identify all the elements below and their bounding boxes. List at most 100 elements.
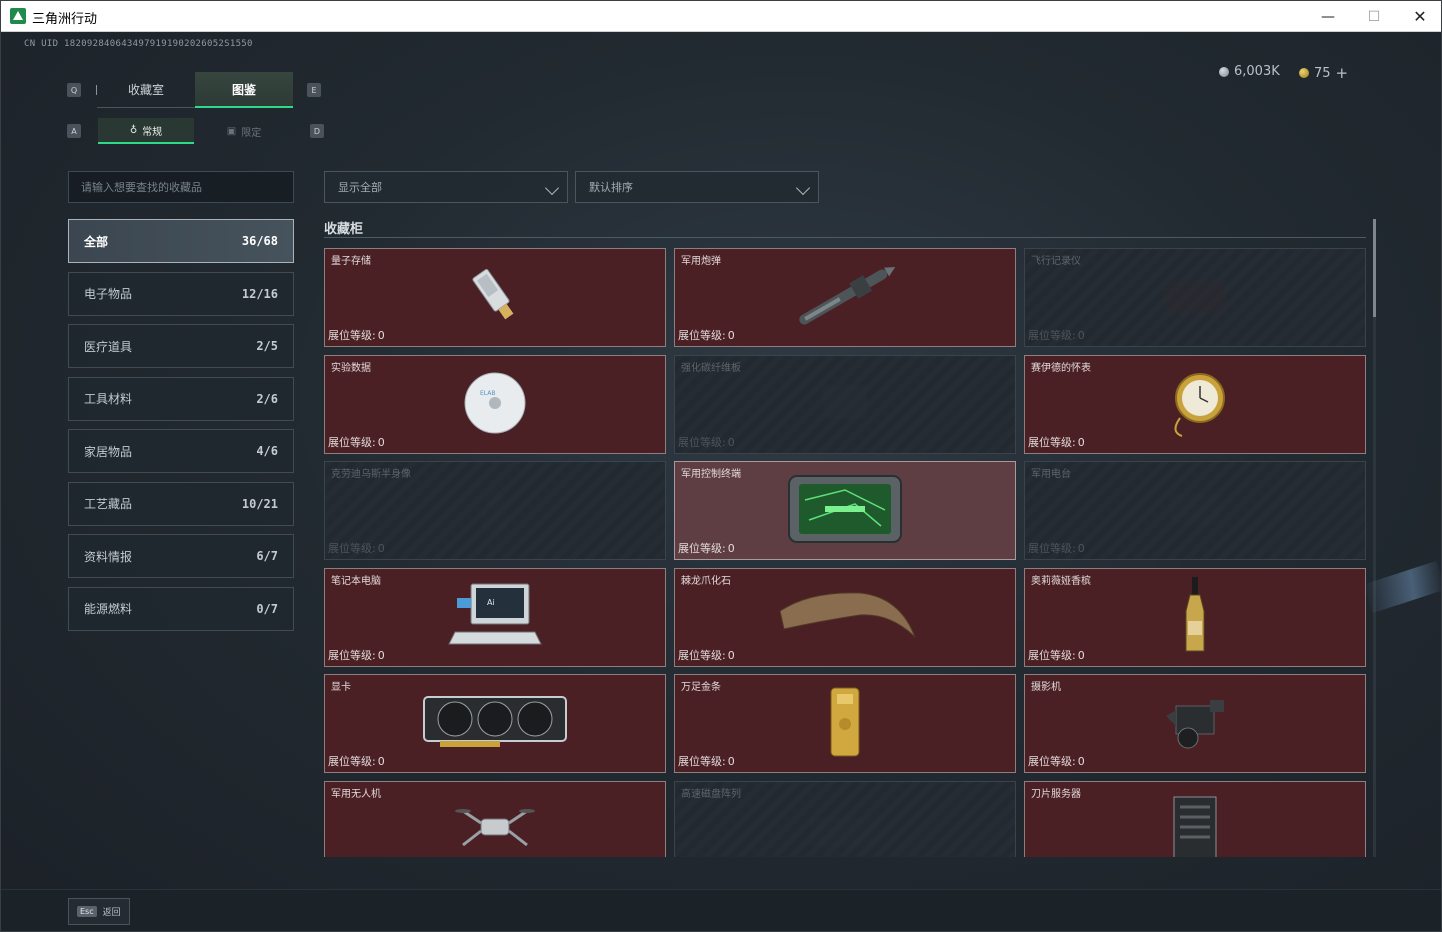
level-value: 0 [1077,542,1085,555]
category-count: 2/5 [256,339,278,353]
level-value: 0 [727,435,735,449]
collection-item-card[interactable]: 实验数据 ELAB 展位等级: 0 [324,354,666,454]
level-label: 展位等级: [1028,329,1076,342]
panel-icon [815,377,875,431]
collection-item-card[interactable]: 刀片服务器 展位等级:0 [1024,780,1366,857]
silver-coin-icon [1219,66,1229,77]
search-input[interactable]: 请输入想要查找的收藏品 [68,171,294,203]
maximize-button[interactable]: ☐ [1351,1,1397,32]
collection-item-card[interactable]: 高速磁盘阵列 展位等级:0 [674,780,1016,857]
tab-collection-room[interactable]: 收藏室 [97,72,195,108]
section-title: 收藏柜 [324,222,364,237]
chevron-down-icon [544,180,560,196]
item-name: 摄影机 [1031,682,1061,693]
collection-item-card[interactable]: 军用电台 展位等级: 0 [1024,461,1366,560]
level-value: 0 [1077,755,1085,768]
add-currency-button[interactable]: + [1336,64,1349,82]
item-grid: 量子存储 展位等级: 0 军用炮弹 展位等级: 0 飞行记录仪 展位等级: 0 实验数… [324,247,1366,857]
category-item[interactable]: 全部 36/68 [68,219,294,263]
silver-currency: 6,003K [1219,64,1280,79]
level-label: 展位等级: [328,435,376,449]
category-item[interactable]: 工具材料 2/6 [68,376,294,421]
item-name: 显卡 [331,682,351,693]
collection-item-card[interactable]: 奥莉薇娅香槟 展位等级: 0 [1024,567,1366,667]
item-level: 展位等级: 0 [328,434,385,450]
normal-icon: ♁ [129,124,138,136]
level-value: 0 [727,542,735,555]
back-label: 返回 [102,908,121,918]
category-item[interactable]: 能源燃料 0/7 [68,586,294,631]
item-name: 军用控制终端 [681,469,741,480]
level-value: 0 [377,435,385,449]
collection-item-card[interactable]: 摄影机 展位等级: 0 [1024,674,1366,773]
category-count: 0/7 [256,601,278,616]
collection-item-card[interactable]: 棘龙爪化石 展位等级: 0 [674,567,1016,667]
category-count: 36/68 [241,234,278,248]
level-label: 展位等级: [678,648,726,662]
title-bar: 三角洲行动 — ☐ ✕ [1,1,1441,32]
collection-item-card[interactable]: 赛伊德的怀表 展位等级: 0 [1024,354,1366,454]
close-button[interactable]: ✕ [1397,1,1441,32]
category-count: 4/6 [256,444,278,458]
category-label: 医疗道具 [84,339,133,354]
category-count: 12/16 [241,286,278,301]
level-value: 0 [727,329,735,342]
item-name: 万足金条 [681,682,721,693]
item-name: 实验数据 [331,362,371,374]
scrollbar-thumb[interactable] [1373,219,1376,317]
game-area: CN UID 1820928406434979191902026052S1550… [1,32,1441,931]
sort-dropdown[interactable]: 默认排序 [575,171,819,203]
item-level: 展位等级: 0 [1028,540,1085,556]
item-name: 军用无人机 [331,788,381,800]
category-item[interactable]: 工艺藏品 10/21 [68,481,294,526]
back-button[interactable]: Esc 返回 [68,898,130,925]
category-item[interactable]: 医疗道具 2/5 [68,324,294,368]
subtab-normal[interactable]: ♁ 常规 [98,118,194,144]
collection-item-card[interactable]: 军用炮弹 展位等级: 0 [674,248,1016,347]
filter-value: 显示全部 [338,181,382,194]
collection-item-card[interactable]: 强化碳纤维板 展位等级: 0 [674,354,1016,454]
bust-icon [470,479,520,543]
tab-codex[interactable]: 图鉴 [195,72,293,108]
sort-value: 默认排序 [589,181,633,194]
camera-icon [1160,690,1230,758]
item-level: 展位等级: 0 [678,540,735,556]
category-label: 电子物品 [84,287,133,301]
item-level: 展位等级: 0 [328,540,385,556]
collection-item-card[interactable]: 克劳迪乌斯半身像 展位等级: 0 [324,461,666,560]
key-a-hint: A [67,124,81,138]
collection-item-card[interactable]: 军用控制终端 展位等级: 0 [674,461,1016,560]
filter-dropdown[interactable]: 显示全部 [324,171,568,203]
flight-recorder-icon [1155,271,1235,325]
collection-item-card[interactable]: 飞行记录仪 展位等级: 0 [1024,248,1366,347]
level-value: 0 [377,648,385,662]
game-window: 三角洲行动 — ☐ ✕ CN UID 182092840643497919190… [0,0,1442,932]
collection-item-card[interactable]: 万足金条 展位等级: 0 [674,674,1016,773]
item-level: 展位等级: 0 [678,327,735,343]
collection-item-card[interactable]: 显卡 展位等级: 0 [324,674,666,773]
category-item[interactable]: 家居物品 4/6 [68,429,294,473]
collection-item-card[interactable]: 量子存储 展位等级: 0 [324,248,666,347]
collection-item-card[interactable]: 军用无人机 展位等级:0 [324,780,666,857]
level-label: 展位等级: [678,329,726,342]
category-count: 10/21 [241,496,278,511]
item-level: 展位等级: 0 [328,327,385,343]
terminal-icon [785,470,905,552]
level-label: 展位等级: [678,755,726,768]
subtab-limited[interactable]: ▣ 限定 [196,118,292,144]
level-label: 展位等级: [328,648,376,662]
minimize-button[interactable]: — [1305,1,1351,32]
category-item[interactable]: 电子物品 12/16 [68,271,294,316]
level-label: 展位等级: [1028,542,1076,555]
svg-text:Ai: Ai [487,598,495,607]
category-item[interactable]: 资料情报 6/7 [68,534,294,578]
item-name: 军用炮弹 [681,256,721,267]
collection-item-card[interactable]: 笔记本电脑 Ai 展位等级: 0 [324,567,666,667]
item-name: 刀片服务器 [1031,788,1081,800]
disk-array-icon [800,803,890,857]
category-label: 工艺藏品 [84,497,133,511]
usb-icon [460,261,530,335]
limited-icon: ▣ [226,125,237,137]
level-label: 展位等级: [678,435,726,449]
item-name: 克劳迪乌斯半身像 [331,469,411,480]
